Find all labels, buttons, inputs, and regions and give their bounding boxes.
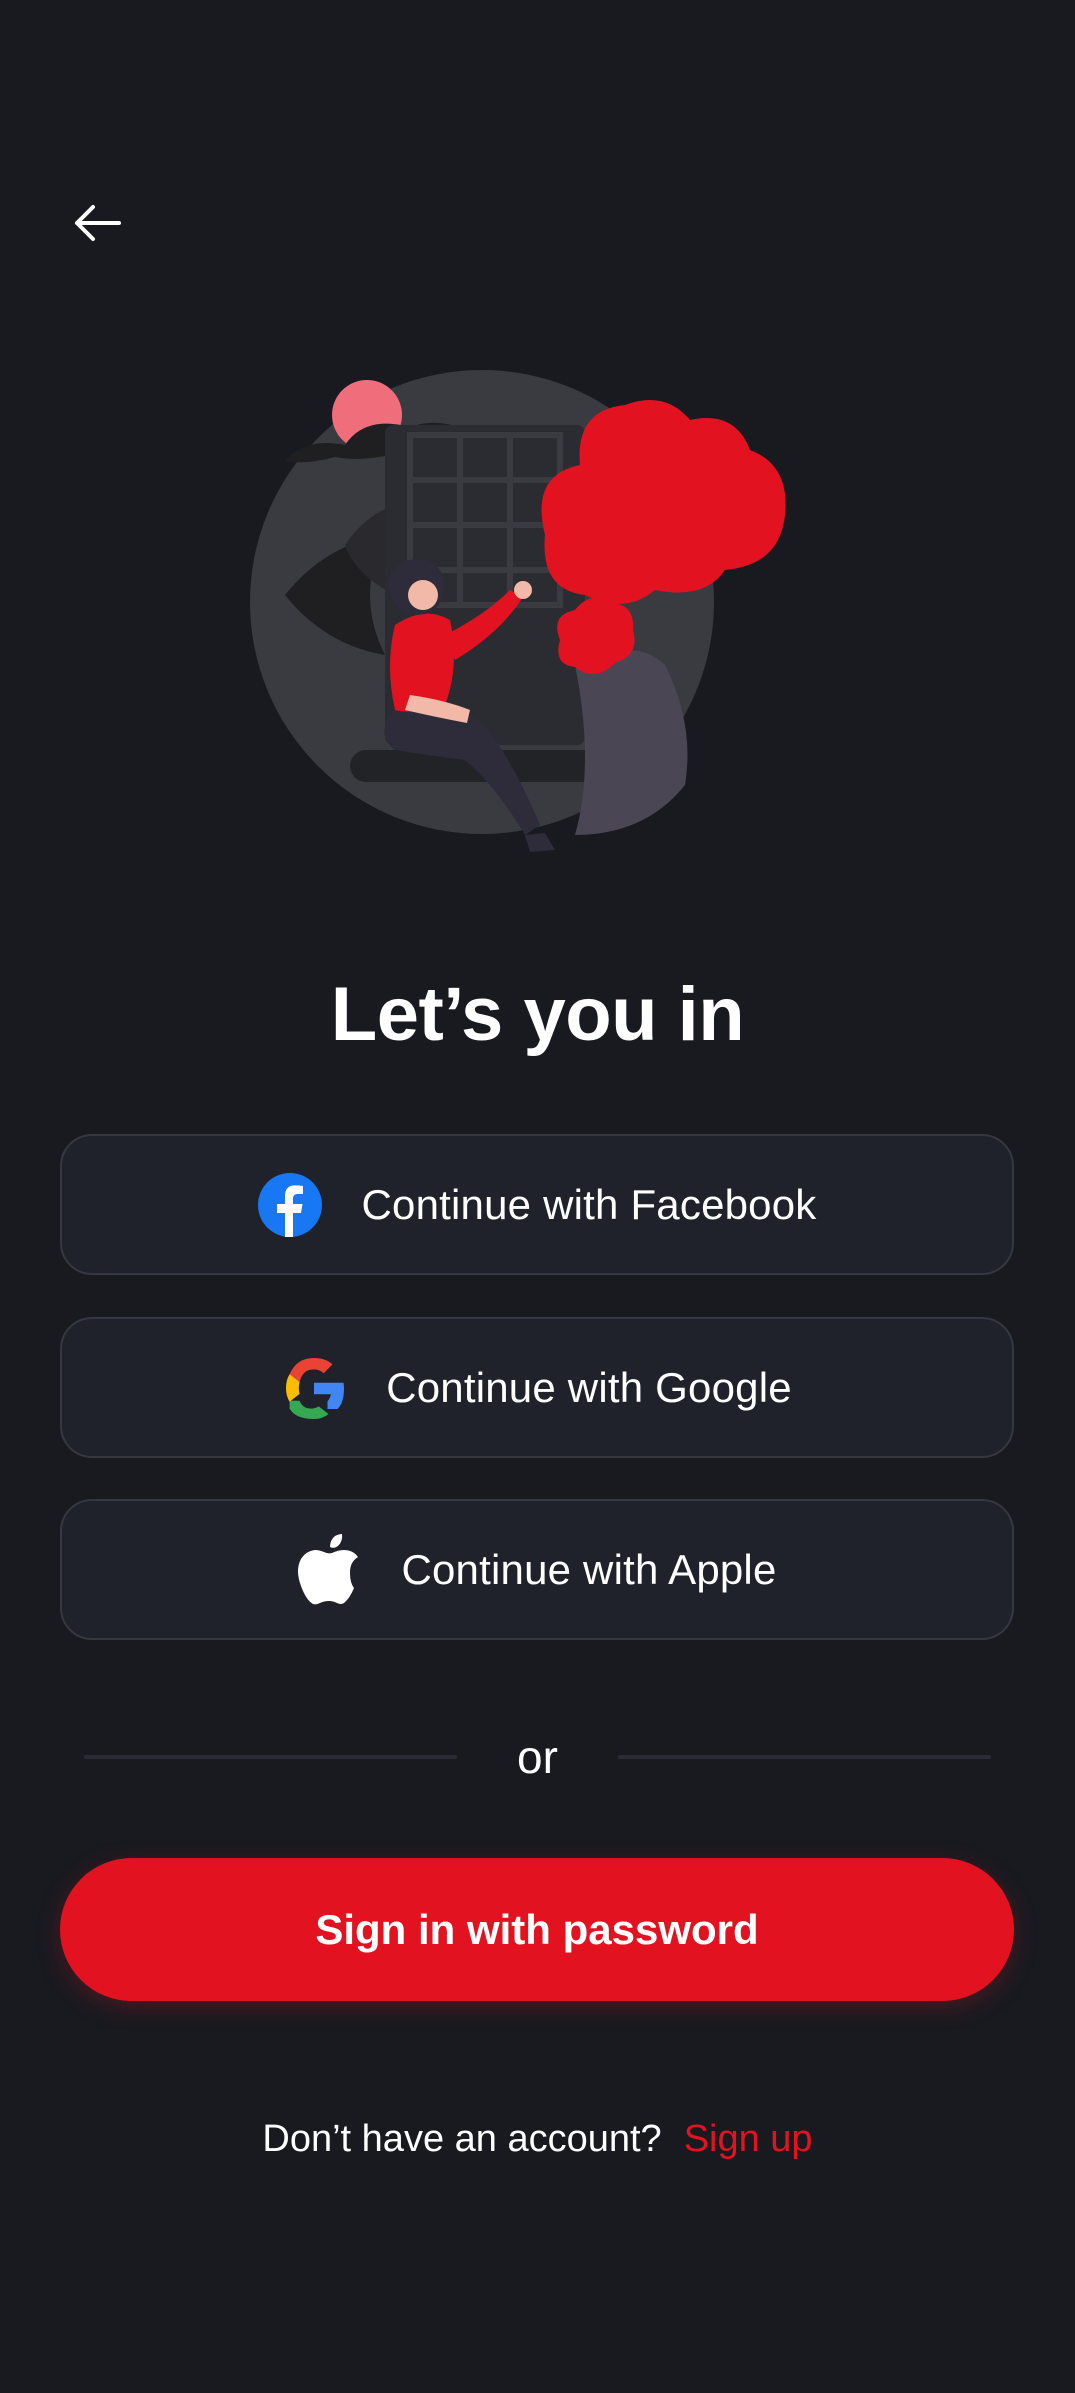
sign-in-with-password-button[interactable]: Sign in with password <box>60 1858 1014 2001</box>
google-icon <box>282 1356 346 1420</box>
hero-illustration <box>245 365 830 860</box>
divider-line-left <box>84 1755 458 1759</box>
apple-icon <box>297 1533 361 1604</box>
facebook-button-label: Continue with Facebook <box>361 1180 817 1228</box>
divider-or-text: or <box>517 1731 558 1783</box>
back-button[interactable] <box>62 188 132 258</box>
google-button-label: Continue with Google <box>386 1363 792 1411</box>
sign-up-link[interactable]: Sign up <box>684 2118 813 2161</box>
continue-with-facebook-button[interactable]: Continue with Facebook <box>60 1134 1014 1275</box>
signup-prompt: Don’t have an account? Sign up <box>0 2118 1075 2161</box>
divider-line-right <box>617 1755 991 1759</box>
or-divider: or <box>84 1722 991 1792</box>
facebook-icon <box>257 1172 322 1237</box>
signup-prompt-text: Don’t have an account? <box>262 2118 662 2160</box>
continue-with-google-button[interactable]: Continue with Google <box>60 1317 1014 1458</box>
person-on-swing-illustration <box>250 370 786 852</box>
page-title: Let’s you in <box>330 972 745 1057</box>
arrow-left-icon <box>75 205 121 241</box>
apple-button-label: Continue with Apple <box>401 1545 777 1593</box>
continue-with-apple-button[interactable]: Continue with Apple <box>60 1499 1014 1640</box>
